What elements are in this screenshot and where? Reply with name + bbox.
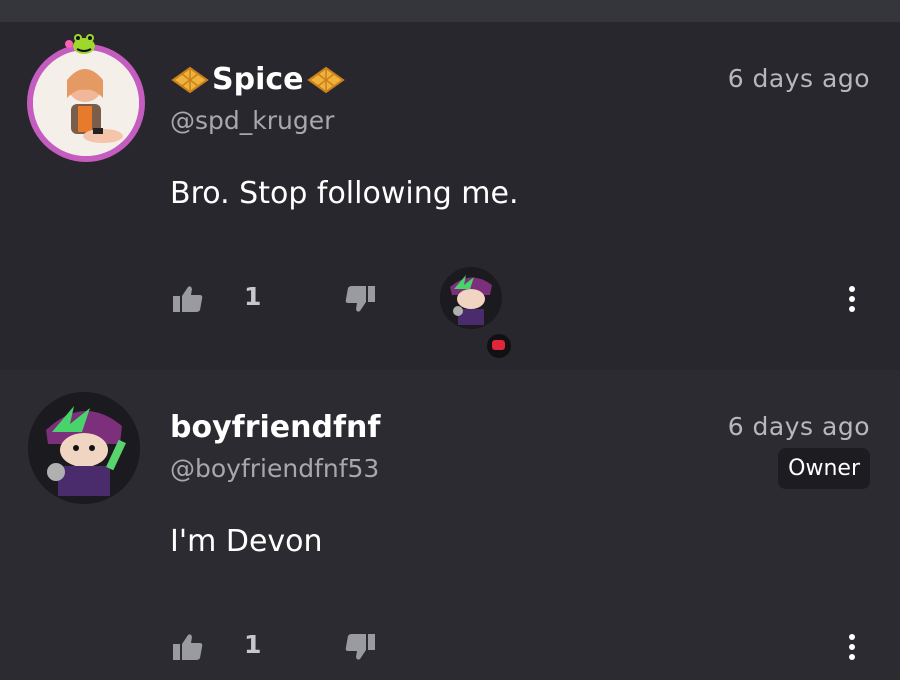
comment-text: I'm Devon <box>170 524 323 559</box>
thumbs-down-icon[interactable] <box>344 632 376 662</box>
thumbs-up-icon[interactable] <box>172 632 204 662</box>
waffle-icon <box>171 66 209 93</box>
comment-timestamp: 6 days ago <box>727 412 870 441</box>
user-handle[interactable]: @boyfriendfnf53 <box>170 454 379 483</box>
waffle-icon <box>306 66 345 93</box>
user-handle[interactable]: @spd_kruger <box>170 106 334 135</box>
boyfriend-avatar-art <box>440 267 502 329</box>
creator-reply-avatar[interactable] <box>440 267 502 329</box>
reply-indicator-badge <box>487 334 511 358</box>
like-count: 1 <box>244 282 262 311</box>
comment-item: Spice @spd_kruger 6 days ago Bro. Stop f… <box>0 22 900 370</box>
username[interactable]: boyfriendfnf <box>170 410 380 445</box>
comment-text: Bro. Stop following me. <box>170 176 519 211</box>
username-text: Spice <box>212 62 304 97</box>
more-options-icon[interactable] <box>844 286 860 318</box>
thumbs-down-icon[interactable] <box>344 284 376 314</box>
avatar-illustration <box>33 50 139 156</box>
top-divider <box>0 0 900 22</box>
user-avatar[interactable] <box>27 44 145 162</box>
owner-badge: Owner <box>778 448 870 489</box>
like-count: 1 <box>244 630 262 659</box>
comment-timestamp: 6 days ago <box>727 64 870 93</box>
user-avatar[interactable] <box>28 392 140 504</box>
username-text: boyfriendfnf <box>170 410 381 445</box>
boyfriend-avatar-art <box>28 392 140 504</box>
thumbs-up-icon[interactable] <box>172 284 204 314</box>
frog-icon <box>65 34 95 54</box>
username[interactable]: Spice <box>170 62 346 97</box>
more-options-icon[interactable] <box>844 634 860 666</box>
comment-item: boyfriendfnf @boyfriendfnf53 6 days ago … <box>0 370 900 680</box>
comment-actions: 1 <box>0 626 900 670</box>
